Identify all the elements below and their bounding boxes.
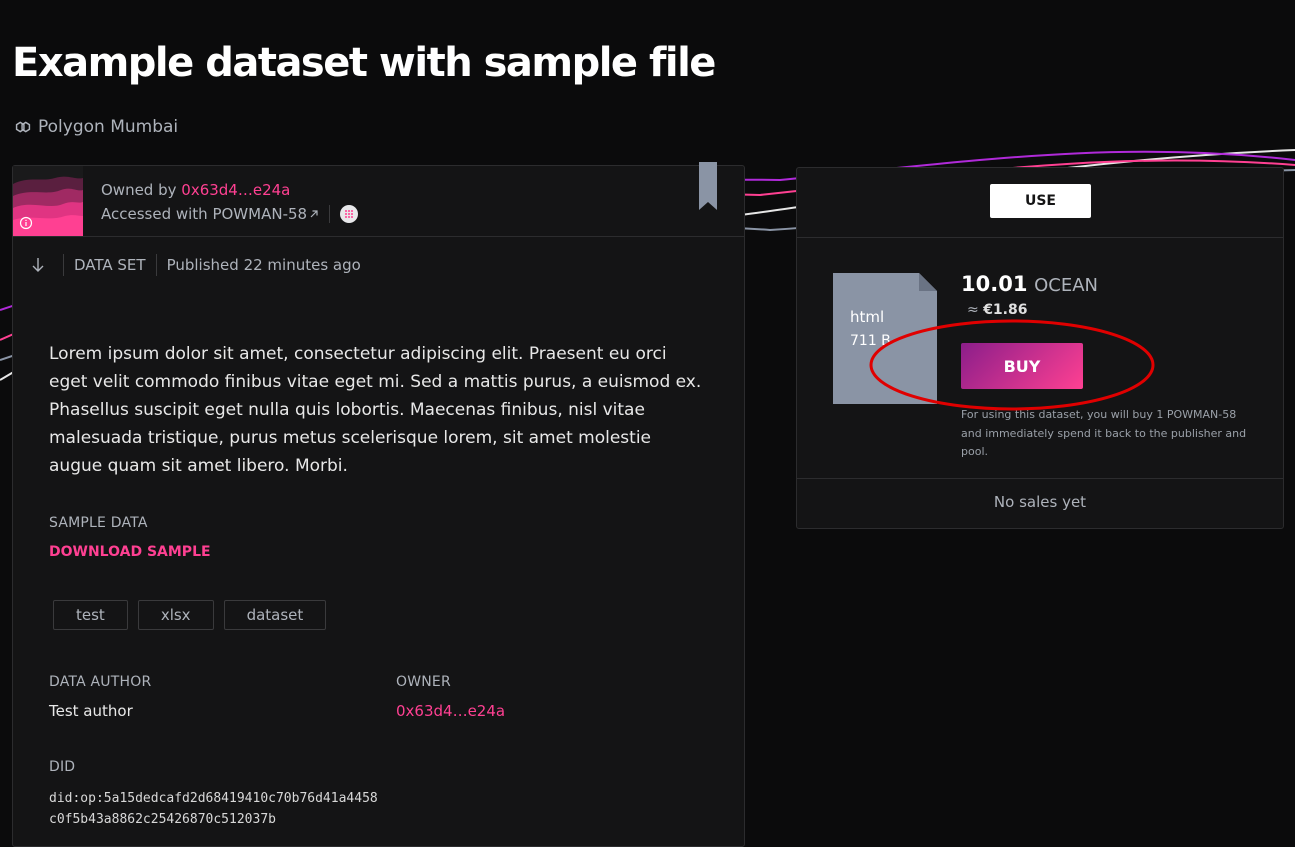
file-size: 711 B [850, 333, 891, 349]
download-arrow-icon [32, 258, 44, 272]
accessed-with-line: Accessed with POWMAN-58 [101, 202, 359, 226]
page-title: Example dataset with sample file [12, 40, 716, 86]
did-value: did:op:5a15dedcafd2d68419410c70b76d41a44… [49, 791, 378, 827]
fiat-value: €1.86 [983, 302, 1028, 318]
divider [329, 205, 331, 223]
purchase-tabs: USE [797, 168, 1283, 238]
tag-list: test xlsx dataset [53, 600, 327, 630]
fiat-prefix: ≈ [967, 302, 979, 318]
fiat-price: ≈ €1.86 [967, 302, 1027, 318]
owner-address-link[interactable]: 0x63d4…e24a [181, 181, 290, 199]
owner-bar: Owned by 0x63d4…e24a Accessed with POWMA… [13, 162, 744, 237]
asset-meta-row: DATA SET Published 22 minutes ago [29, 254, 361, 276]
tag-item[interactable]: dataset [223, 600, 327, 630]
tag-item[interactable]: xlsx [137, 600, 214, 630]
ocean-logo-icon [340, 205, 359, 223]
accessed-with-link[interactable]: Accessed with POWMAN-58 [101, 202, 307, 226]
owned-by-line: Owned by 0x63d4…e24a [101, 178, 358, 202]
owner-label: OWNER [396, 674, 451, 690]
owner-address-link[interactable]: 0x63d4…e24a [396, 702, 505, 720]
file-type: html [850, 308, 885, 326]
tag-item[interactable]: test [53, 600, 128, 630]
asset-description: Lorem ipsum dolor sit amet, consectetur … [49, 344, 702, 476]
divider [155, 254, 157, 276]
price-token: OCEAN [1034, 275, 1099, 296]
asset-card: Owned by 0x63d4…e24a Accessed with POWMA… [12, 162, 745, 847]
bookmark-icon[interactable] [699, 162, 717, 210]
owner-info: Owned by 0x63d4…e24a Accessed with POWMA… [101, 178, 359, 226]
price-value: 10.01 [961, 272, 1028, 296]
sales-status: No sales yet [797, 478, 1283, 529]
external-arrow-icon [310, 210, 318, 218]
price: 10.01 OCEAN [961, 272, 1098, 296]
purchase-card: USE html 711 B 10.01 OCEAN ≈ €1.86 BUY F… [796, 167, 1284, 529]
data-author-value: Test author [49, 702, 133, 720]
download-sample-link[interactable]: DOWNLOAD SAMPLE [49, 544, 211, 560]
polygon-link-icon [15, 121, 31, 133]
sample-data-label: SAMPLE DATA [49, 515, 148, 531]
tab-use[interactable]: USE [990, 184, 1091, 218]
owned-by-prefix: Owned by [101, 181, 177, 199]
divider [63, 254, 64, 276]
buy-note: For using this dataset, you will buy 1 P… [961, 408, 1247, 458]
published-date: Published 22 minutes ago [166, 256, 361, 274]
network-name: Polygon Mumbai [38, 117, 179, 137]
network-indicator: Polygon Mumbai [12, 116, 178, 138]
did-label: DID [49, 759, 76, 775]
data-author-label: DATA AUTHOR [49, 674, 152, 690]
asset-type: DATA SET [74, 256, 146, 274]
info-icon[interactable] [19, 216, 33, 230]
buy-button[interactable]: BUY [961, 343, 1083, 389]
asset-thumbnail[interactable] [13, 166, 83, 236]
